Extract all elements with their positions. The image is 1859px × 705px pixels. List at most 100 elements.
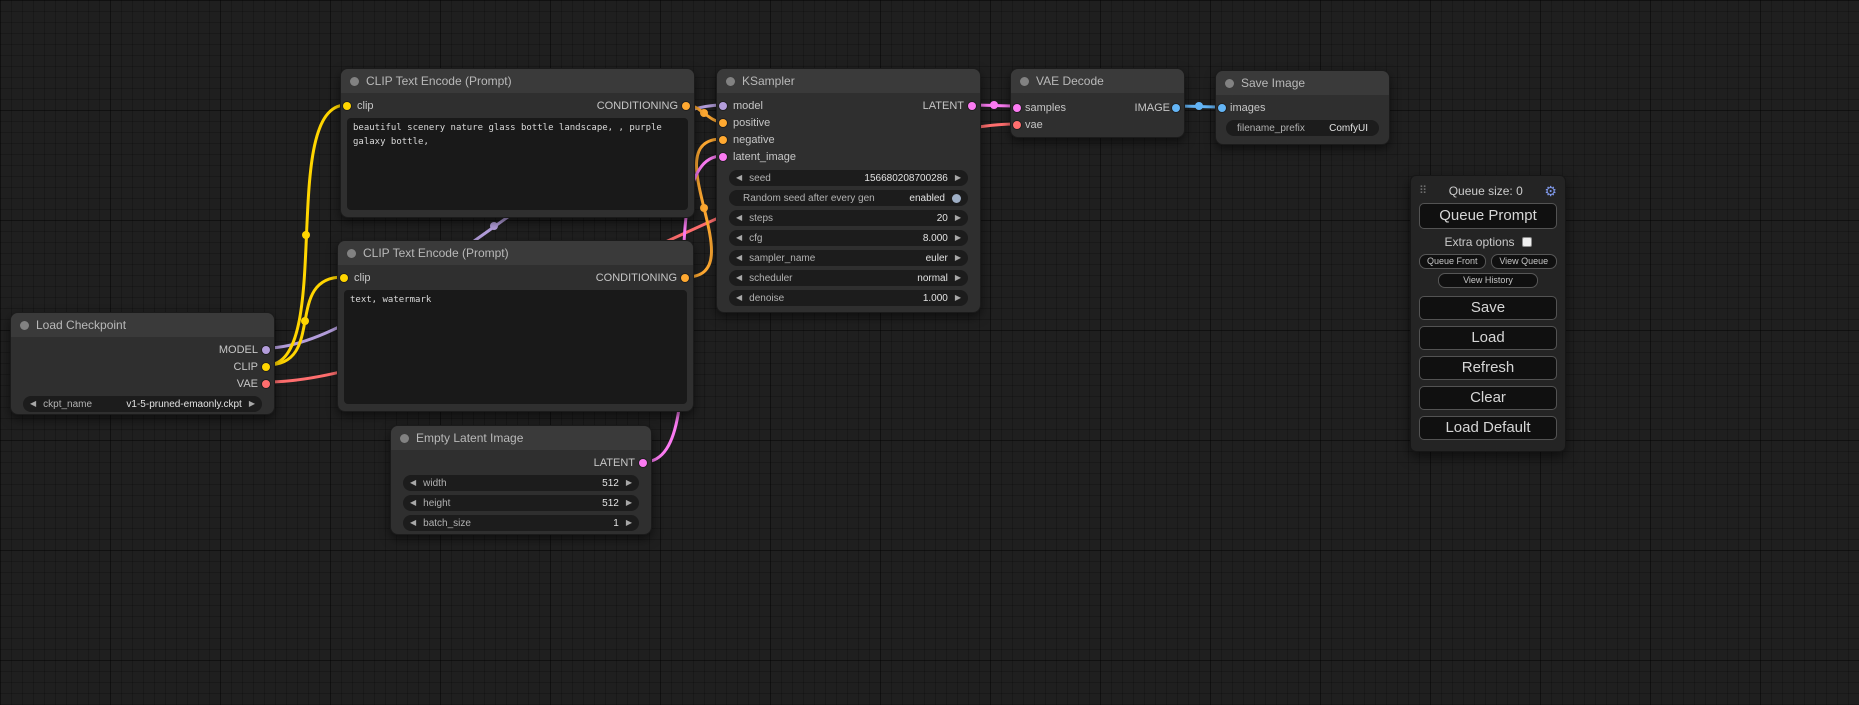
output-slot-image[interactable] xyxy=(1172,104,1180,112)
widget-label: width xyxy=(423,478,595,489)
widget-sampler-name[interactable]: ◀ sampler_name euler ▶ xyxy=(729,250,968,266)
input-label-images: images xyxy=(1230,102,1265,114)
decrement-arrow-icon[interactable]: ◀ xyxy=(736,274,742,282)
output-label-conditioning: CONDITIONING xyxy=(596,272,677,284)
node-title: CLIP Text Encode (Prompt) xyxy=(363,246,509,260)
widget-height[interactable]: ◀ height 512 ▶ xyxy=(403,495,639,511)
collapse-dot[interactable] xyxy=(20,321,29,330)
collapse-dot[interactable] xyxy=(347,249,356,258)
output-slot-clip[interactable] xyxy=(262,363,270,371)
node-title-bar[interactable]: CLIP Text Encode (Prompt) xyxy=(338,241,693,265)
widget-value: 1 xyxy=(613,518,619,529)
node-save-image[interactable]: Save Image images filename_prefix ComfyU… xyxy=(1215,70,1390,145)
toggle-knob[interactable] xyxy=(952,194,961,203)
collapse-dot[interactable] xyxy=(350,77,359,86)
input-slot-latent-image[interactable] xyxy=(719,153,727,161)
increment-arrow-icon[interactable]: ▶ xyxy=(955,234,961,242)
input-slot-positive[interactable] xyxy=(719,119,727,127)
input-slot-samples[interactable] xyxy=(1013,104,1021,112)
widget-cfg[interactable]: ◀ cfg 8.000 ▶ xyxy=(729,230,968,246)
load-default-button[interactable]: Load Default xyxy=(1419,416,1557,440)
node-title-bar[interactable]: KSampler xyxy=(717,69,980,93)
widget-steps[interactable]: ◀ steps 20 ▶ xyxy=(729,210,968,226)
output-label-latent: LATENT xyxy=(594,457,635,469)
input-label-samples: samples xyxy=(1025,102,1066,114)
decrement-arrow-icon[interactable]: ◀ xyxy=(30,400,36,408)
decrement-arrow-icon[interactable]: ◀ xyxy=(736,174,742,182)
view-history-button[interactable]: View History xyxy=(1438,273,1537,288)
node-title-bar[interactable]: Save Image xyxy=(1216,71,1389,95)
decrement-arrow-icon[interactable]: ◀ xyxy=(736,254,742,262)
node-title-bar[interactable]: Empty Latent Image xyxy=(391,426,651,450)
widget-ckpt-name[interactable]: ◀ ckpt_name v1-5-pruned-emaonly.ckpt ▶ xyxy=(23,396,262,412)
output-slot-latent[interactable] xyxy=(639,459,647,467)
refresh-button[interactable]: Refresh xyxy=(1419,356,1557,380)
widget-batch-size[interactable]: ◀ batch_size 1 ▶ xyxy=(403,515,639,531)
input-slot-vae[interactable] xyxy=(1013,121,1021,129)
clear-button[interactable]: Clear xyxy=(1419,386,1557,410)
decrement-arrow-icon[interactable]: ◀ xyxy=(736,214,742,222)
output-slot-vae[interactable] xyxy=(262,380,270,388)
increment-arrow-icon[interactable]: ▶ xyxy=(626,479,632,487)
collapse-dot[interactable] xyxy=(400,434,409,443)
widget-seed[interactable]: ◀ seed 156680208700286 ▶ xyxy=(729,170,968,186)
increment-arrow-icon[interactable]: ▶ xyxy=(955,274,961,282)
input-slot-negative[interactable] xyxy=(719,136,727,144)
queue-prompt-button[interactable]: Queue Prompt xyxy=(1419,203,1557,229)
extra-options-checkbox[interactable] xyxy=(1522,237,1532,247)
increment-arrow-icon[interactable]: ▶ xyxy=(955,214,961,222)
input-slot-model[interactable] xyxy=(719,102,727,110)
increment-arrow-icon[interactable]: ▶ xyxy=(955,254,961,262)
collapse-dot[interactable] xyxy=(726,77,735,86)
output-slot-conditioning[interactable] xyxy=(682,102,690,110)
widget-denoise[interactable]: ◀ denoise 1.000 ▶ xyxy=(729,290,968,306)
output-slot-conditioning[interactable] xyxy=(681,274,689,282)
output-slot-latent[interactable] xyxy=(968,102,976,110)
drag-handle-icon[interactable]: ⠿ xyxy=(1419,184,1427,197)
widget-filename-prefix[interactable]: filename_prefix ComfyUI xyxy=(1226,120,1379,136)
input-slot-images[interactable] xyxy=(1218,104,1226,112)
node-clip-text-encode-negative[interactable]: CLIP Text Encode (Prompt) clip CONDITION… xyxy=(337,240,694,412)
node-load-checkpoint[interactable]: Load Checkpoint MODEL CLIP VAE ◀ ckpt_na… xyxy=(10,312,275,415)
input-label-clip: clip xyxy=(357,100,374,112)
load-button[interactable]: Load xyxy=(1419,326,1557,350)
output-label-model: MODEL xyxy=(219,344,258,356)
widget-value: ComfyUI xyxy=(1329,123,1368,134)
prompt-text-area[interactable]: text, watermark xyxy=(344,290,687,404)
input-slot-clip[interactable] xyxy=(340,274,348,282)
queue-menu-panel: ⠿ Queue size: 0 ⚙ Queue Prompt Extra opt… xyxy=(1410,175,1566,452)
node-title-bar[interactable]: Load Checkpoint xyxy=(11,313,274,337)
gear-icon[interactable]: ⚙ xyxy=(1544,184,1557,198)
queue-front-button[interactable]: Queue Front xyxy=(1419,254,1486,269)
widget-value: 20 xyxy=(937,213,948,224)
increment-arrow-icon[interactable]: ▶ xyxy=(626,499,632,507)
node-vae-decode[interactable]: VAE Decode samples IMAGE vae xyxy=(1010,68,1185,138)
prompt-text-area[interactable]: beautiful scenery nature glass bottle la… xyxy=(347,118,688,210)
increment-arrow-icon[interactable]: ▶ xyxy=(626,519,632,527)
save-button[interactable]: Save xyxy=(1419,296,1557,320)
node-empty-latent-image[interactable]: Empty Latent Image LATENT ◀ width 512 ▶ … xyxy=(390,425,652,535)
node-clip-text-encode-positive[interactable]: CLIP Text Encode (Prompt) clip CONDITION… xyxy=(340,68,695,218)
decrement-arrow-icon[interactable]: ◀ xyxy=(736,294,742,302)
decrement-arrow-icon[interactable]: ◀ xyxy=(736,234,742,242)
increment-arrow-icon[interactable]: ▶ xyxy=(955,294,961,302)
input-label-clip: clip xyxy=(354,272,371,284)
increment-arrow-icon[interactable]: ▶ xyxy=(955,174,961,182)
node-ksampler[interactable]: KSampler model LATENT positive negative … xyxy=(716,68,981,313)
collapse-dot[interactable] xyxy=(1225,79,1234,88)
node-graph-canvas[interactable]: Load Checkpoint MODEL CLIP VAE ◀ ckpt_na… xyxy=(0,0,1859,705)
widget-scheduler[interactable]: ◀ scheduler normal ▶ xyxy=(729,270,968,286)
output-label-conditioning: CONDITIONING xyxy=(597,100,678,112)
decrement-arrow-icon[interactable]: ◀ xyxy=(410,519,416,527)
increment-arrow-icon[interactable]: ▶ xyxy=(249,400,255,408)
node-title-bar[interactable]: VAE Decode xyxy=(1011,69,1184,93)
collapse-dot[interactable] xyxy=(1020,77,1029,86)
output-slot-model[interactable] xyxy=(262,346,270,354)
input-slot-clip[interactable] xyxy=(343,102,351,110)
decrement-arrow-icon[interactable]: ◀ xyxy=(410,479,416,487)
node-title-bar[interactable]: CLIP Text Encode (Prompt) xyxy=(341,69,694,93)
view-queue-button[interactable]: View Queue xyxy=(1491,254,1558,269)
widget-random-seed-toggle[interactable]: Random seed after every gen enabled xyxy=(729,190,968,206)
decrement-arrow-icon[interactable]: ◀ xyxy=(410,499,416,507)
widget-width[interactable]: ◀ width 512 ▶ xyxy=(403,475,639,491)
